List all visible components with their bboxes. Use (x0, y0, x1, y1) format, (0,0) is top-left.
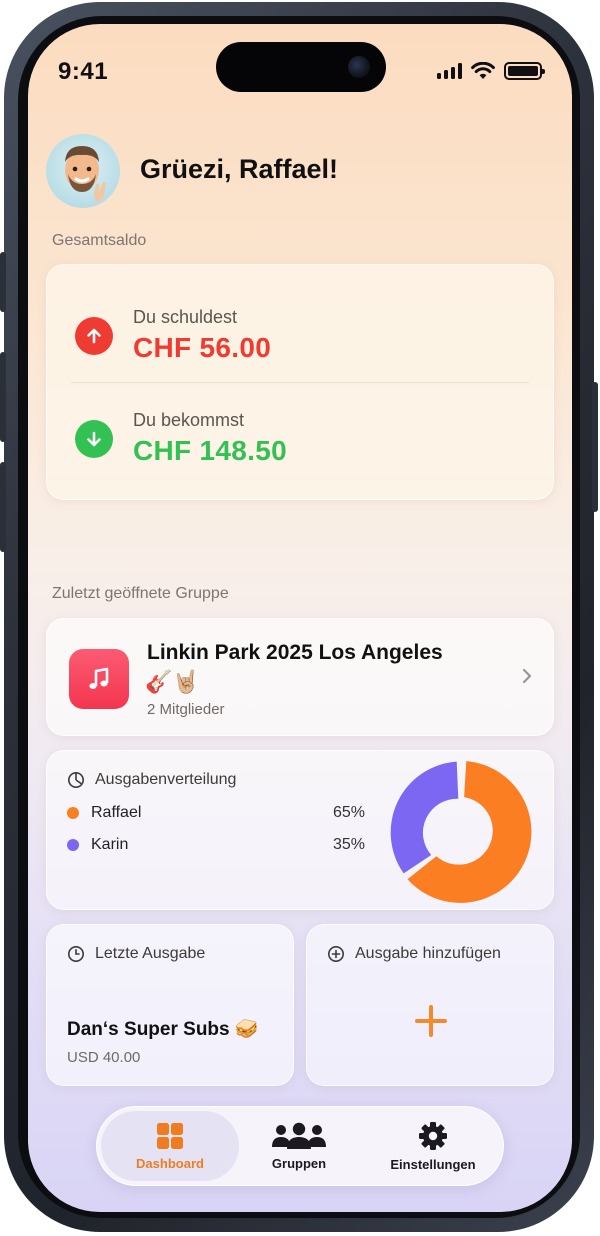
donut-chart (390, 761, 532, 903)
legend-name: Raffael (91, 804, 142, 821)
plus-circle-icon (328, 946, 344, 962)
cellular-signal-icon (437, 63, 462, 79)
last-expense-title: Letzte Ausgabe (95, 945, 206, 962)
add-expense-title: Ausgabe hinzufügen (355, 945, 501, 962)
last-expense-name: Dan‘s Super Subs 🥪 (67, 1019, 259, 1040)
recent-group-card[interactable]: Linkin Park 2025 Los Angeles 🎸🤘🏼 2 Mitgl… (46, 618, 554, 736)
people-icon (272, 1122, 326, 1149)
add-plus-icon[interactable] (411, 1001, 451, 1041)
legend-name: Karin (91, 836, 129, 853)
tab-label: Gruppen (271, 1155, 327, 1171)
legend-percent: 35% (332, 836, 365, 853)
tab-groups[interactable]: Gruppen (237, 1111, 361, 1181)
owe-row: Du schuldest CHF 56.00 (75, 307, 271, 364)
front-camera-icon (348, 56, 370, 78)
avatar[interactable] (46, 134, 120, 208)
volume-up-button (0, 352, 6, 442)
dynamic-island (216, 42, 386, 92)
add-expense-card[interactable]: Ausgabe hinzufügen (306, 924, 554, 1086)
arrow-down-icon (75, 419, 113, 458)
tab-dashboard[interactable]: Dashboard (101, 1111, 239, 1181)
memoji-avatar-icon (65, 146, 106, 202)
divider (71, 382, 529, 383)
donut-slice-karin (390, 761, 459, 874)
legend-percent: 65% (332, 804, 365, 821)
last-expense-card[interactable]: Letzte Ausgabe Dan‘s Super Subs 🥪 USD 40… (46, 924, 294, 1086)
group-title: Linkin Park 2025 Los Angeles (147, 641, 443, 664)
pie-chart-icon (68, 772, 84, 788)
grid-icon (157, 1122, 183, 1149)
group-members: 2 Mitglieder (147, 701, 225, 718)
wifi-icon (471, 62, 495, 79)
legend-dot (67, 839, 79, 851)
battery-icon (504, 62, 545, 80)
tab-label: Einstellungen (390, 1156, 476, 1172)
action-button (0, 252, 6, 312)
legend-dot (67, 807, 79, 819)
clock-icon (68, 946, 84, 962)
status-time: 9:41 (58, 58, 109, 85)
music-note-icon (69, 649, 129, 709)
tab-label: Dashboard (136, 1155, 204, 1171)
owe-label: Du schuldest (133, 307, 238, 327)
recent-group-section-label: Zuletzt geöffnete Gruppe (52, 585, 229, 602)
receive-row: Du bekommst CHF 148.50 (75, 410, 287, 467)
owe-amount: CHF 56.00 (133, 332, 272, 363)
greeting-title: Grüezi, Raffael! (140, 154, 339, 184)
distribution-card[interactable]: Ausgabenverteilung Raffael 65% Karin 35% (46, 750, 554, 910)
chevron-right-icon (522, 668, 532, 684)
last-expense-header: Letzte Ausgabe (67, 945, 205, 963)
legend-row-karin: Karin 35% (67, 836, 367, 854)
gear-icon (419, 1121, 447, 1150)
distribution-header: Ausgabenverteilung (67, 771, 236, 789)
balance-card[interactable]: Du schuldest CHF 56.00 Du bekommst CHF 1… (46, 264, 554, 500)
receive-amount: CHF 148.50 (133, 435, 287, 466)
volume-down-button (0, 462, 6, 552)
last-expense-amount: USD 40.00 (67, 1049, 141, 1066)
distribution-title: Ausgabenverteilung (95, 771, 237, 788)
tab-bar: Dashboard Gruppen Einstellungen (96, 1106, 504, 1186)
group-emoji: 🎸🤘🏼 (145, 669, 200, 694)
legend-row-raffael: Raffael 65% (67, 804, 367, 822)
status-icons (437, 62, 545, 80)
power-button (592, 382, 598, 512)
balance-section-label: Gesamtsaldo (52, 232, 147, 249)
add-expense-header: Ausgabe hinzufügen (327, 945, 501, 963)
screen: 9:41 Grüezi, Raffael! Gesamtsaldo Du sch… (28, 24, 572, 1212)
tab-settings[interactable]: Einstellungen (363, 1111, 503, 1181)
arrow-up-icon (75, 316, 113, 355)
receive-label: Du bekommst (133, 410, 245, 430)
